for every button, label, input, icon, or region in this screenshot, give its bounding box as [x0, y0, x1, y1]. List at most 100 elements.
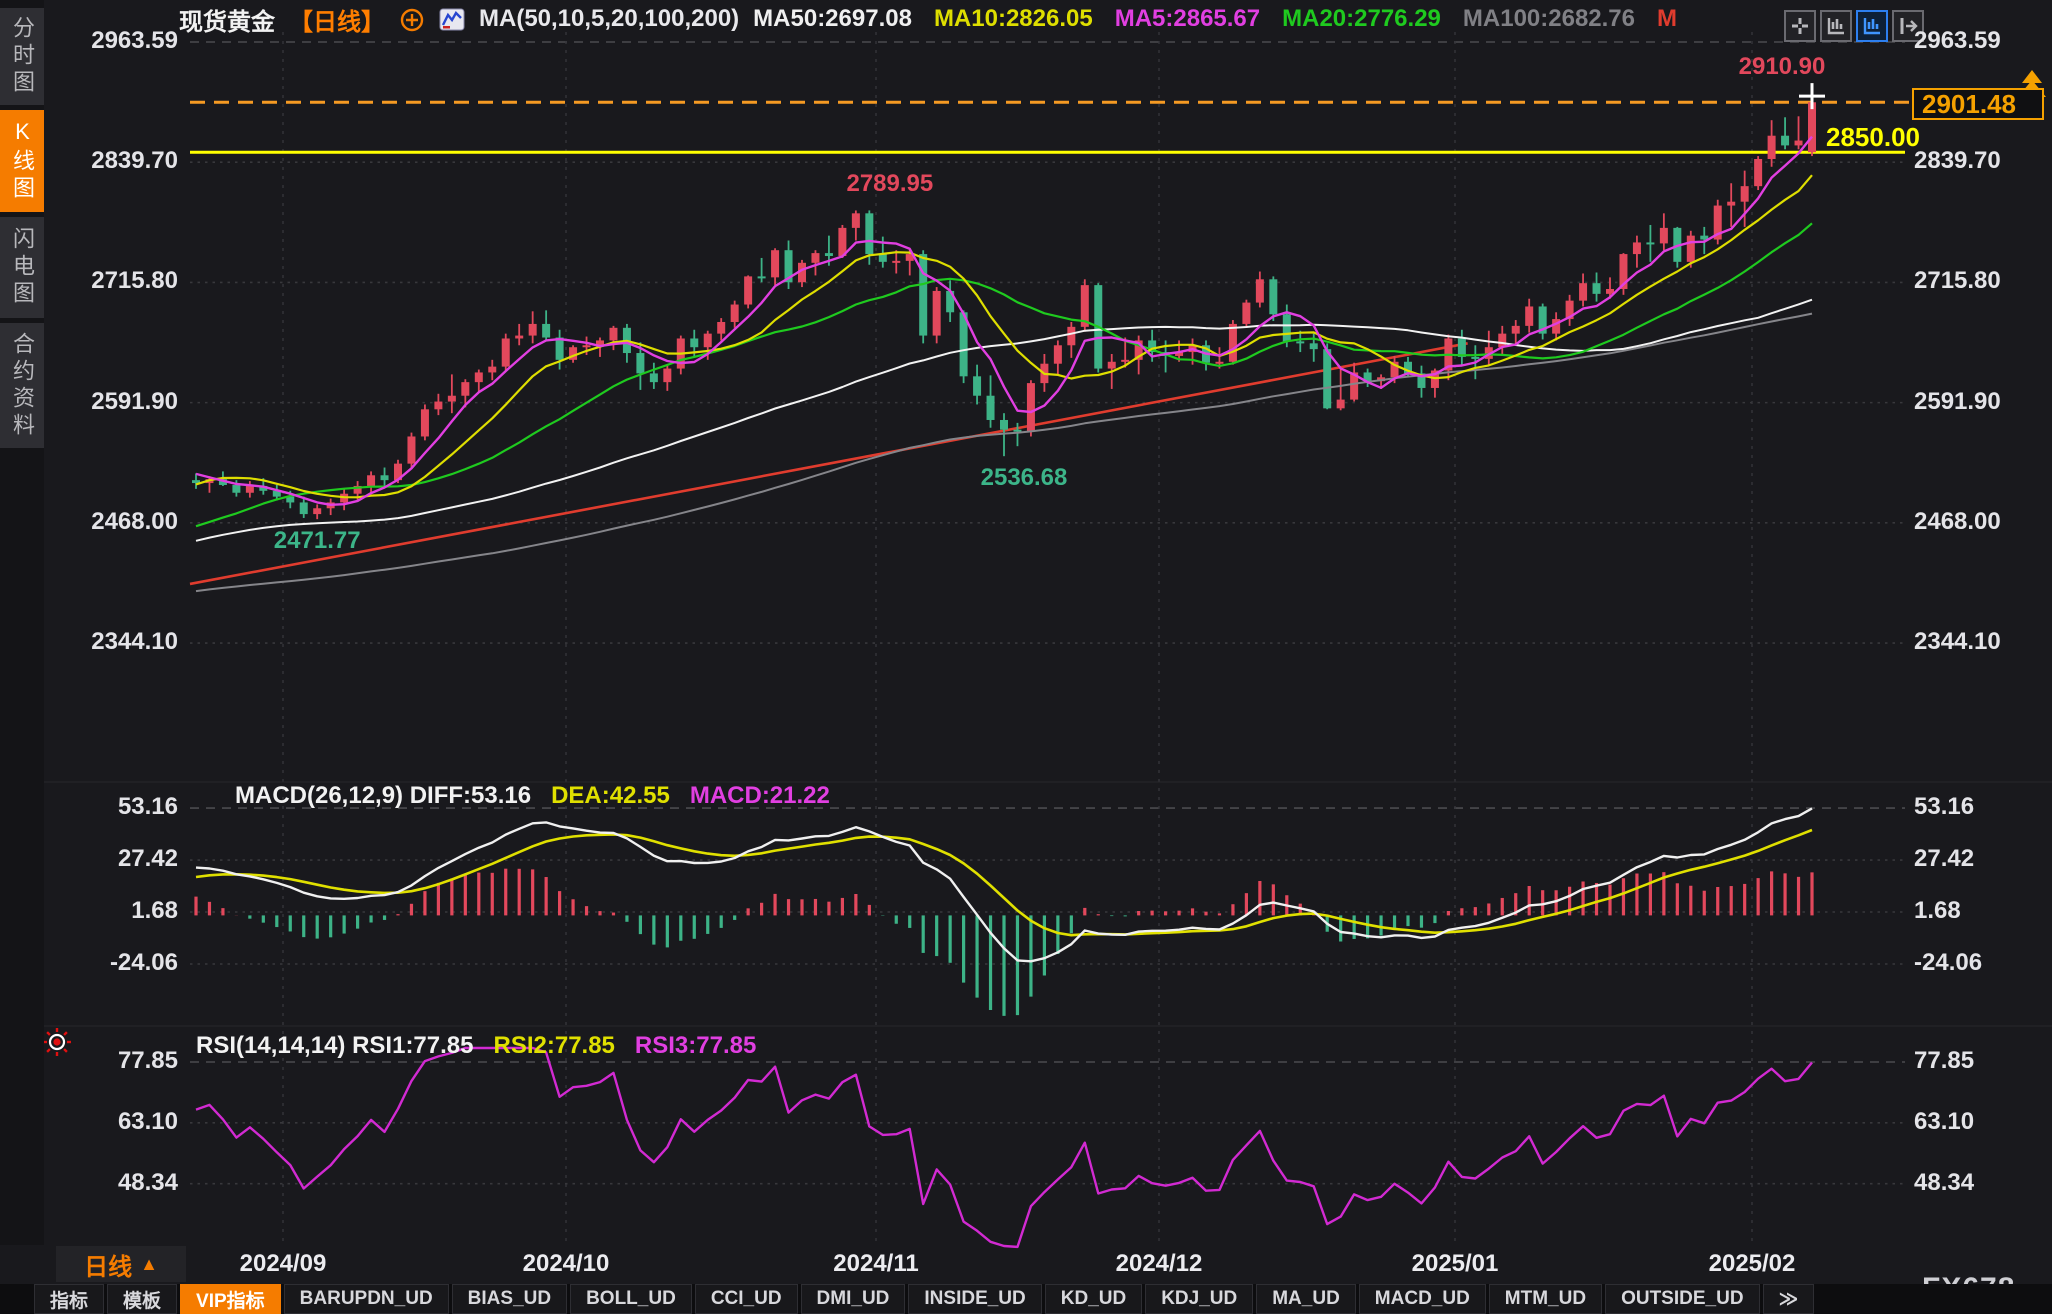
candle-86	[1337, 400, 1345, 409]
indicator-tab-macdud[interactable]: MACD_UD	[1359, 1284, 1486, 1314]
chart-type-icon[interactable]	[439, 6, 465, 32]
candle-112	[1687, 236, 1695, 262]
rsi-header-part-3: RSI3:77.85	[635, 1032, 756, 1060]
grid-cross-icon[interactable]	[1784, 10, 1816, 42]
indicator-tab-barupdnud[interactable]: BARUPDN_UD	[284, 1284, 449, 1314]
candle-35	[650, 373, 658, 382]
ma-values: MA50:2697.08MA10:2826.05MA5:2865.67MA20:…	[753, 5, 1677, 33]
candle-119	[1781, 136, 1789, 146]
indicator-tab-kdjud[interactable]: KDJ_UD	[1145, 1284, 1253, 1314]
candle-60	[987, 396, 995, 420]
indicator-tab-outsideud[interactable]: OUTSIDE_UD	[1605, 1284, 1759, 1314]
candle-117	[1754, 159, 1762, 186]
rsi-header-part-2: RSI2:77.85	[494, 1032, 615, 1060]
ma-value-6: M	[1657, 5, 1677, 33]
candle-14	[367, 475, 375, 486]
rsi-header-part-1: RSI(14,14,14) RSI1:77.85	[196, 1032, 474, 1060]
indicator-tab-vip[interactable]: VIP指标	[180, 1284, 281, 1314]
ma-value-3: MA5:2865.67	[1115, 5, 1260, 33]
indicator-tab-insideud[interactable]: INSIDE_UD	[908, 1284, 1041, 1314]
crosshair-cursor	[1799, 83, 1825, 109]
candle-44	[771, 250, 779, 277]
indicator-tab-[interactable]: ≫	[1763, 1284, 1815, 1314]
indicator-tab-[interactable]: 指标	[34, 1284, 104, 1314]
period-tag[interactable]: 【日线】	[289, 2, 385, 37]
sidebar-tab-3[interactable]: 闪电图	[0, 217, 44, 318]
candle-18	[421, 409, 429, 436]
left-sidebar: 分时图 K线图闪电图合约资料	[0, 0, 44, 1245]
candle-42	[744, 276, 752, 304]
indicator-tab-cciud[interactable]: CCI_UD	[695, 1284, 798, 1314]
rsi-header: RSI(14,14,14) RSI1:77.85 RSI2:77.85 RSI3:7…	[196, 1032, 756, 1060]
add-indicator-icon[interactable]	[399, 6, 425, 32]
chart-axis-icon[interactable]	[1820, 10, 1852, 42]
candle-20	[448, 396, 456, 402]
candle-77	[1215, 362, 1223, 364]
ma-value-2: MA10:2826.05	[934, 5, 1093, 33]
candle-81	[1269, 279, 1277, 314]
candle-27	[542, 324, 550, 338]
candle-99	[1512, 326, 1520, 334]
app-window: 分时图 K线图闪电图合约资料 现货黄金 【日线】 MA(50,10,5,20,10…	[0, 0, 2052, 1314]
symbol-title: 现货黄金	[179, 2, 275, 37]
candle-38	[690, 338, 698, 347]
candle-62	[1013, 430, 1021, 432]
candle-19	[434, 402, 442, 410]
panel-toggle-icon[interactable]	[1892, 10, 1924, 42]
candle-65	[1054, 345, 1062, 363]
indicator-tab-maud[interactable]: MA_UD	[1256, 1284, 1356, 1314]
candle-39	[704, 334, 712, 348]
candle-9	[300, 502, 308, 514]
candle-78	[1229, 324, 1237, 362]
macd-header-part-3: MACD:21.22	[690, 782, 830, 810]
indicator-tab-dmiud[interactable]: DMI_UD	[801, 1284, 906, 1314]
current-price-box: 2901.48	[1912, 88, 2044, 120]
candle-23	[488, 367, 496, 373]
candle-104	[1579, 283, 1587, 300]
chart-header: 现货黄金 【日线】 MA(50,10,5,20,100,200) MA50:26…	[179, 4, 1677, 34]
candle-118	[1768, 136, 1776, 159]
indicator-tab-biasud[interactable]: BIAS_UD	[452, 1284, 567, 1314]
candle-15	[381, 475, 389, 480]
candle-10	[313, 508, 321, 514]
candle-79	[1242, 303, 1250, 324]
period-selector[interactable]: 日线 ▲	[56, 1246, 186, 1282]
candle-34	[636, 353, 644, 373]
sidebar-tab-1[interactable]: 分时图	[0, 8, 44, 105]
top-toolbar	[1784, 10, 1924, 42]
indicator-tab-mtmud[interactable]: MTM_UD	[1489, 1284, 1602, 1314]
candle-98	[1498, 334, 1506, 348]
sidebar-tab-2[interactable]: K线图	[0, 110, 44, 212]
candle-110	[1660, 228, 1668, 244]
red-trendline	[190, 343, 1468, 584]
candle-41	[731, 305, 739, 322]
candle-61	[1000, 420, 1008, 430]
period-label: 日线	[84, 1247, 132, 1282]
candle-109	[1646, 242, 1654, 244]
sidebar-tab-4[interactable]: 合约资料	[0, 323, 44, 448]
candle-32	[609, 328, 617, 341]
candle-85	[1323, 349, 1331, 408]
indicator-tab-bollud[interactable]: BOLL_UD	[570, 1284, 692, 1314]
candle-30	[583, 345, 591, 347]
macd-header-part-1: MACD(26,12,9) DIFF:53.16	[235, 782, 531, 810]
ma-value-1: MA50:2697.08	[753, 5, 912, 33]
indicator-tab-[interactable]: 模板	[107, 1284, 177, 1314]
candle-24	[502, 338, 510, 366]
rsi-line	[196, 1048, 1812, 1247]
indicator-tabbar: 指标模板VIP指标BARUPDN_UDBIAS_UDBOLL_UDCCI_UDD…	[0, 1284, 2052, 1314]
candle-120	[1795, 141, 1803, 146]
ma-value-5: MA100:2682.76	[1463, 5, 1635, 33]
candle-70	[1121, 360, 1129, 362]
candle-116	[1741, 186, 1749, 202]
candle-63	[1027, 383, 1035, 432]
candle-26	[529, 324, 537, 336]
candle-49	[838, 228, 846, 256]
indicator-tab-kdud[interactable]: KD_UD	[1045, 1284, 1142, 1314]
candle-51	[865, 213, 873, 254]
current-price-value: 2901.48	[1922, 89, 2016, 120]
candle-28	[556, 338, 564, 360]
macd-header: MACD(26,12,9) DIFF:53.16DEA:42.55MACD:21…	[235, 782, 830, 810]
candle-4	[232, 485, 240, 493]
chart-axis-active-icon[interactable]	[1856, 10, 1888, 42]
